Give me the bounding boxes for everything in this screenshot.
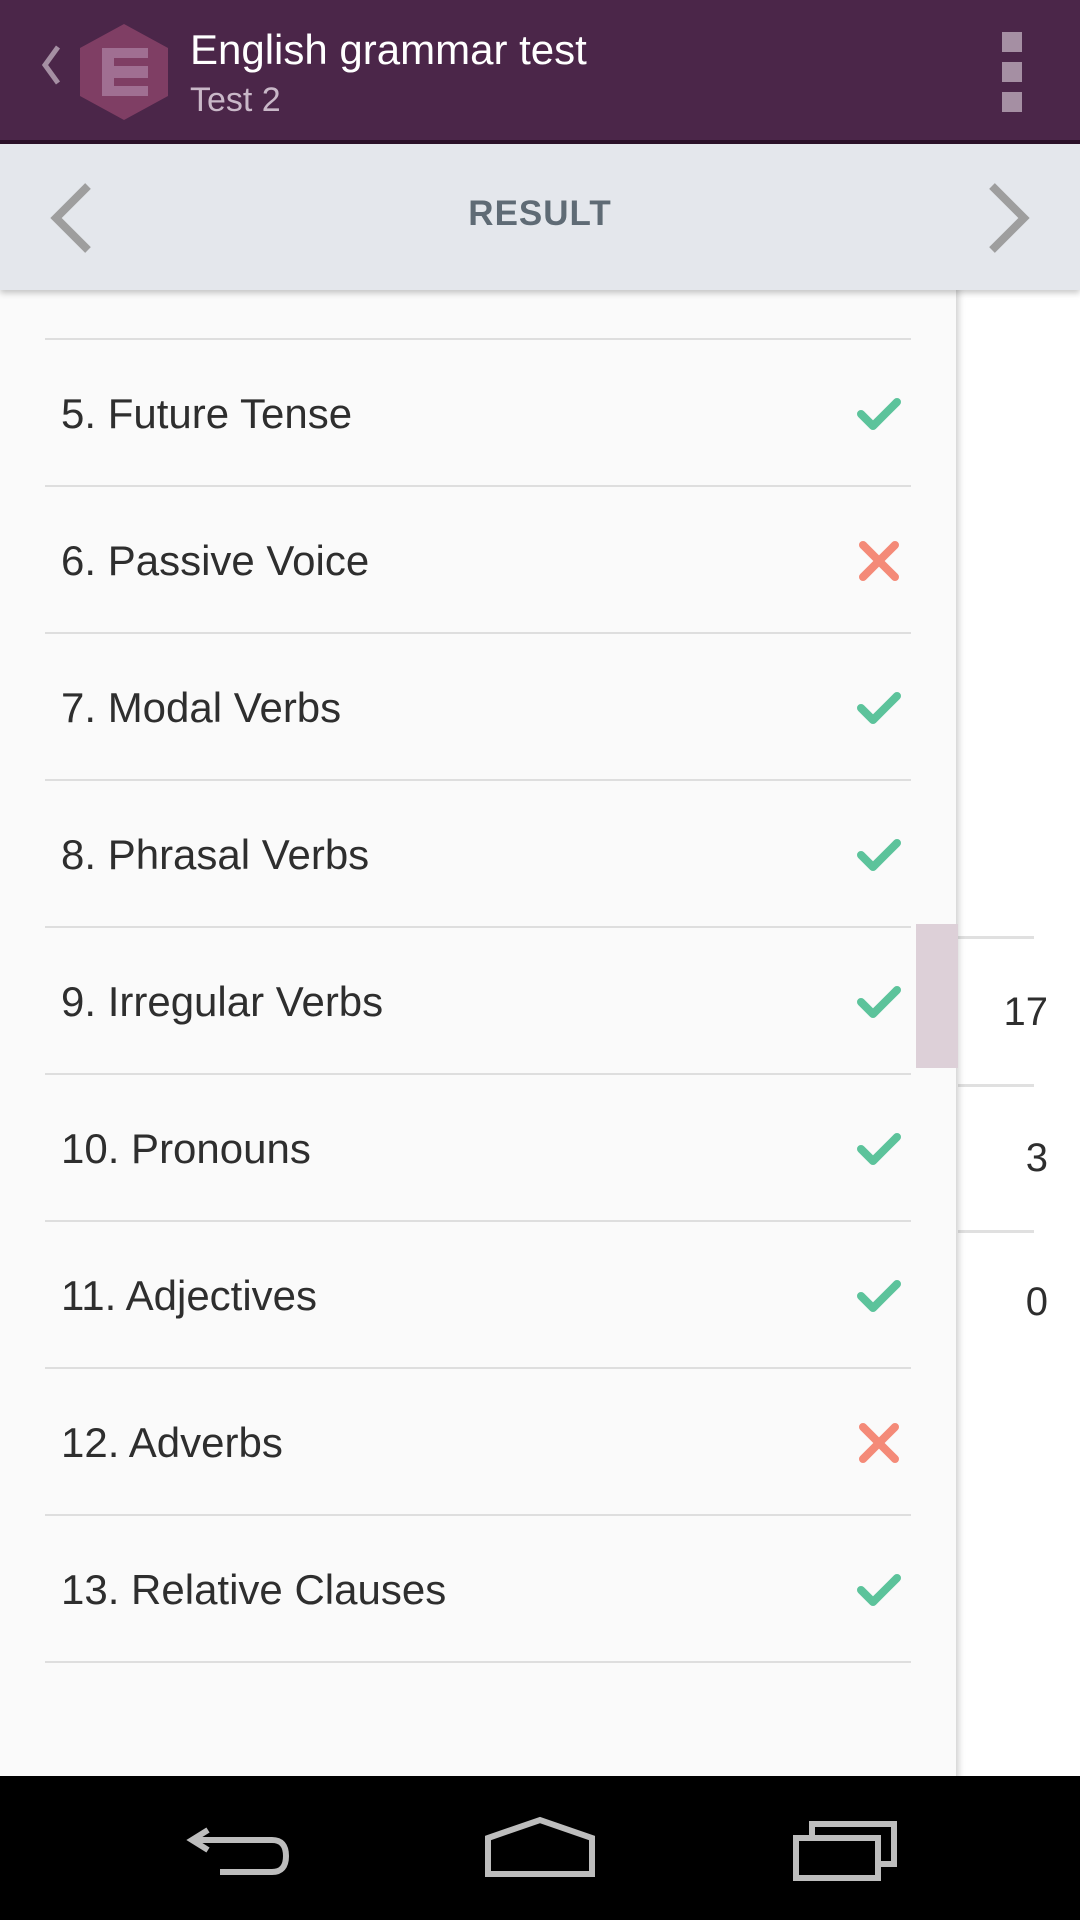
correct-check-icon <box>855 1125 903 1173</box>
back-icon[interactable] <box>180 1808 300 1888</box>
stat-divider <box>958 1084 1034 1087</box>
question-row[interactable]: 11. Adjectives <box>45 1222 911 1369</box>
question-label: 11. Adjectives <box>61 1272 318 1319</box>
wrong-cross-icon <box>855 537 903 585</box>
question-row[interactable]: 10. Pronouns <box>45 1075 911 1222</box>
correct-check-icon <box>855 390 903 438</box>
stats-panel: 17 3 0 <box>958 290 1080 1776</box>
content-area: 4. Past Tenses 5. Future Tense 6. Passive … <box>0 290 1080 1776</box>
stat-divider <box>958 1230 1034 1233</box>
correct-check-icon <box>855 684 903 732</box>
question-label: 12. Adverbs <box>61 1419 283 1466</box>
question-row[interactable]: 12. Adverbs <box>45 1369 911 1516</box>
pager-title: RESULT <box>468 194 612 233</box>
wrong-cross-icon <box>855 1419 903 1467</box>
home-icon[interactable] <box>480 1808 600 1888</box>
question-label: 13. Relative Clauses <box>61 1566 447 1613</box>
scrollbar-thumb[interactable] <box>916 924 958 1068</box>
question-row[interactable]: 5. Future Tense <box>45 340 911 487</box>
wrong-count: 3 <box>1025 1136 1048 1180</box>
overflow-menu-icon[interactable] <box>990 32 1034 112</box>
question-label: 6. Passive Voice <box>61 537 370 584</box>
app-subtitle: Test 2 <box>190 81 281 119</box>
app-logo-icon[interactable] <box>76 22 172 122</box>
chevron-right-icon[interactable] <box>980 180 1036 256</box>
results-list[interactable]: 4. Past Tenses 5. Future Tense 6. Passive … <box>0 290 956 1776</box>
pager-header: RESULT <box>0 144 1080 290</box>
stat-divider <box>958 936 1034 939</box>
correct-check-icon <box>855 978 903 1026</box>
correct-check-icon <box>855 1272 903 1320</box>
question-row[interactable]: 4. Past Tenses <box>45 290 911 340</box>
recent-apps-icon[interactable] <box>784 1808 904 1888</box>
title-block: English grammar test Test 2 <box>190 24 587 122</box>
correct-check-icon <box>855 1566 903 1614</box>
question-row[interactable]: 13. Relative Clauses <box>45 1516 911 1663</box>
back-caret-icon[interactable] <box>36 40 66 90</box>
question-label: 7. Modal Verbs <box>61 684 342 731</box>
action-bar: English grammar test Test 2 <box>0 0 1080 144</box>
question-label: 5. Future Tense <box>61 390 353 437</box>
question-row[interactable]: 9. Irregular Verbs <box>45 928 911 1075</box>
question-row[interactable]: 8. Phrasal Verbs <box>45 781 911 928</box>
question-label: 4. Past Tenses <box>61 290 336 340</box>
skipped-count: 0 <box>1025 1280 1048 1324</box>
question-row[interactable]: 6. Passive Voice <box>45 487 911 634</box>
navigation-bar <box>0 1776 1080 1920</box>
question-label: 10. Pronouns <box>61 1125 311 1172</box>
question-label: 9. Irregular Verbs <box>61 978 384 1025</box>
app-title: English grammar test <box>190 26 587 73</box>
question-row[interactable]: 7. Modal Verbs <box>45 634 911 781</box>
correct-check-icon <box>855 831 903 879</box>
correct-check-icon <box>855 290 903 291</box>
question-label: 8. Phrasal Verbs <box>61 831 370 878</box>
correct-count: 17 <box>1003 990 1049 1034</box>
